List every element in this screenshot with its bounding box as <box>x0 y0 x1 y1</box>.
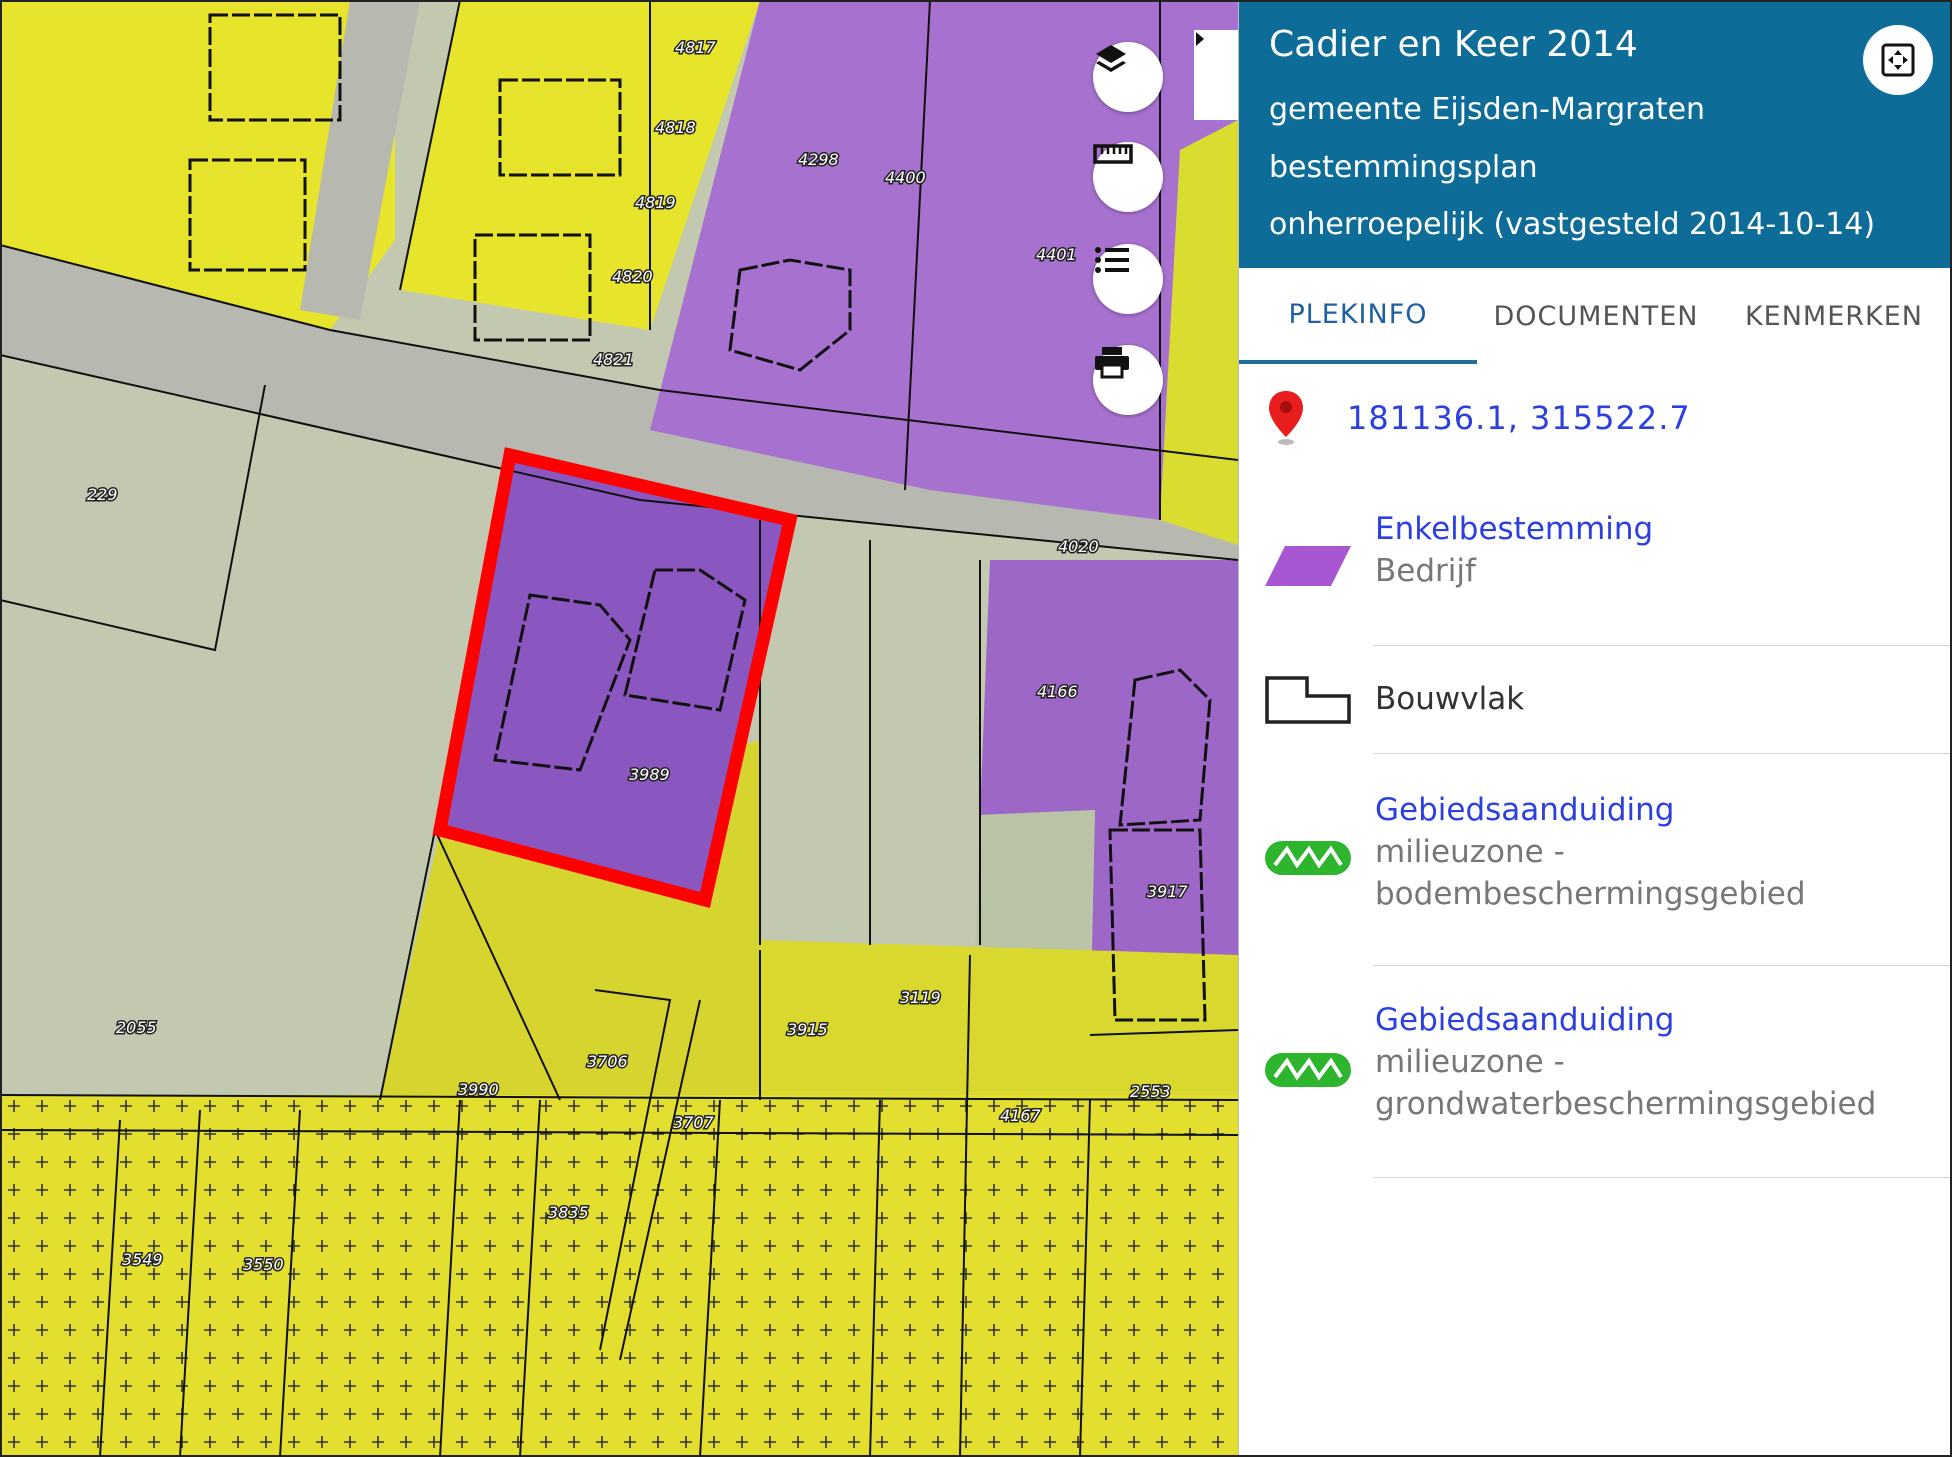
window-border <box>0 0 1952 1457</box>
